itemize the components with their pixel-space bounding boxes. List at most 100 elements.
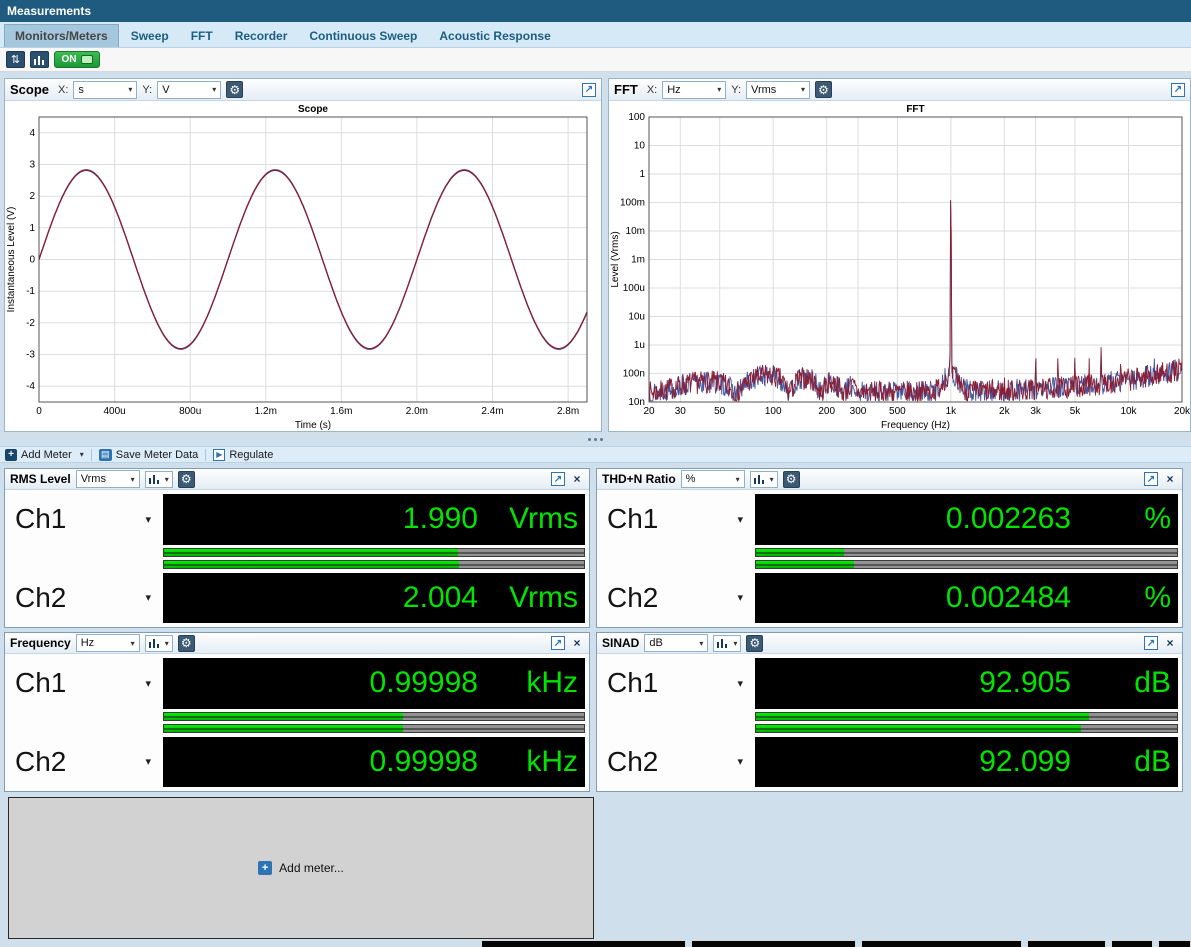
chevron-down-icon: ▾ — [145, 513, 151, 526]
meter-view-options-button[interactable]: ▾ — [750, 471, 778, 488]
meter-settings-gear-icon[interactable]: ⚙ — [783, 471, 800, 488]
meter-unit-select[interactable]: Vrms▾ — [76, 470, 140, 488]
meter-close-icon[interactable]: × — [570, 472, 584, 486]
svg-text:1u: 1u — [634, 340, 645, 351]
monitors-panel-icon[interactable]: ⇅ — [6, 51, 25, 68]
add-meter-button[interactable]: + Add Meter ▾ — [5, 449, 84, 461]
y-axis-label: Y: — [142, 84, 152, 96]
meter-close-icon[interactable]: × — [1163, 472, 1177, 486]
meter-header: RMS Level Vrms▾ ▾ ⚙ ↗ × — [5, 469, 589, 490]
meter-view-options-button[interactable]: ▾ — [145, 635, 173, 652]
channel-selector-ch1[interactable]: Ch1▾ — [601, 494, 751, 545]
meter-settings-gear-icon[interactable]: ⚙ — [178, 635, 195, 652]
fft-panel-title: FFT — [614, 82, 638, 97]
tab-monitors-meters[interactable]: Monitors/Meters — [4, 24, 119, 47]
fft-chart-area: 2030501002003005001k2k3k5k10k20k10010110… — [609, 101, 1190, 431]
scope-settings-gear-icon[interactable]: ⚙ — [226, 81, 243, 98]
level-bar-ch1 — [163, 548, 585, 557]
fft-popout-icon[interactable]: ↗ — [1171, 83, 1185, 97]
meter-display-ch2: 0.002484% — [755, 573, 1178, 624]
channel-selector-ch1[interactable]: Ch1▾ — [601, 658, 751, 709]
meter-popout-icon[interactable]: ↗ — [551, 636, 565, 650]
svg-text:0: 0 — [29, 255, 35, 266]
background-window-fragment[interactable] — [1158, 940, 1191, 947]
tab-recorder[interactable]: Recorder — [225, 24, 298, 47]
bars-icon — [717, 638, 727, 648]
svg-text:FFT: FFT — [906, 104, 924, 115]
add-meter-dropzone[interactable]: + Add meter... — [8, 797, 594, 939]
channel-selector-ch2[interactable]: Ch2▾ — [9, 737, 159, 788]
meter-popout-icon[interactable]: ↗ — [1144, 472, 1158, 486]
svg-text:10u: 10u — [628, 312, 645, 323]
monitors-on-toggle[interactable]: ON — [54, 51, 100, 68]
meter-title: THD+N Ratio — [602, 472, 676, 486]
meter-close-icon[interactable]: × — [1163, 636, 1177, 650]
chevron-down-icon: ▾ — [131, 639, 135, 648]
channel-selector-ch2[interactable]: Ch2▾ — [9, 573, 159, 624]
chevron-down-icon: ▾ — [145, 677, 151, 690]
toolbar-separator — [205, 449, 206, 461]
svg-text:100m: 100m — [620, 198, 645, 209]
regulate-button[interactable]: ▶ Regulate — [213, 449, 273, 461]
background-window-fragment[interactable] — [1027, 940, 1106, 947]
meter-panel-rms-level: RMS Level Vrms▾ ▾ ⚙ ↗ × Ch1▾ 1.990Vrms C… — [4, 468, 590, 628]
meter-unit: kHz — [478, 666, 578, 700]
plus-icon: + — [5, 449, 17, 461]
monitors-toolbar: ⇅ ON — [0, 48, 1191, 72]
meter-view-options-button[interactable]: ▾ — [713, 635, 741, 652]
level-bar-ch1 — [163, 712, 585, 721]
meter-unit-select[interactable]: Hz▾ — [76, 634, 140, 652]
chevron-down-icon: ▾ — [128, 85, 132, 94]
svg-text:200: 200 — [818, 406, 835, 417]
meter-settings-gear-icon[interactable]: ⚙ — [746, 635, 763, 652]
background-window-fragment[interactable] — [481, 940, 686, 947]
channel-selector-ch2[interactable]: Ch2▾ — [601, 737, 751, 788]
chevron-down-icon: ▾ — [131, 475, 135, 484]
meter-close-icon[interactable]: × — [570, 636, 584, 650]
meters-view-icon[interactable] — [30, 51, 49, 68]
meter-unit: dB — [1071, 666, 1171, 700]
save-icon: ▤ — [99, 449, 112, 461]
background-window-fragment[interactable] — [861, 940, 1022, 947]
meter-settings-gear-icon[interactable]: ⚙ — [178, 471, 195, 488]
meter-panel-sinad: SINAD dB▾ ▾ ⚙ ↗ × Ch1▾ 92.905dB Ch2▾ 92.… — [596, 632, 1183, 792]
svg-text:Frequency (Hz): Frequency (Hz) — [881, 420, 950, 431]
meter-view-options-button[interactable]: ▾ — [145, 471, 173, 488]
svg-text:2.4m: 2.4m — [481, 406, 503, 417]
meter-unit: % — [1071, 502, 1171, 536]
tab-continuous-sweep[interactable]: Continuous Sweep — [299, 24, 427, 47]
scope-y-axis-select[interactable]: V▾ — [157, 81, 221, 99]
meter-unit-select[interactable]: %▾ — [681, 470, 745, 488]
meter-popout-icon[interactable]: ↗ — [551, 472, 565, 486]
fft-x-axis-select[interactable]: Hz▾ — [662, 81, 726, 99]
channel-selector-ch1[interactable]: Ch1▾ — [9, 494, 159, 545]
tab-acoustic-response[interactable]: Acoustic Response — [429, 24, 560, 47]
meter-unit: Vrms — [478, 502, 578, 536]
meter-header: Frequency Hz▾ ▾ ⚙ ↗ × — [5, 633, 589, 654]
scope-x-axis-select[interactable]: s▾ — [73, 81, 137, 99]
scope-panel-header: Scope X: s▾ Y: V▾ ⚙ ↗ — [5, 79, 601, 101]
svg-text:100u: 100u — [623, 283, 645, 294]
chevron-down-icon: ▾ — [145, 591, 151, 604]
tab-bar: Monitors/Meters Sweep FFT Recorder Conti… — [0, 22, 1191, 48]
meter-title: RMS Level — [10, 472, 71, 486]
save-meter-data-button[interactable]: ▤ Save Meter Data — [99, 449, 199, 461]
window-title: Measurements — [0, 0, 1191, 22]
scope-popout-icon[interactable]: ↗ — [582, 83, 596, 97]
tab-fft[interactable]: FFT — [181, 24, 223, 47]
meter-popout-icon[interactable]: ↗ — [1144, 636, 1158, 650]
meter-unit-select[interactable]: dB▾ — [644, 634, 708, 652]
background-window-fragment[interactable] — [691, 940, 856, 947]
channel-selector-ch1[interactable]: Ch1▾ — [9, 658, 159, 709]
fft-y-axis-select[interactable]: Vrms▾ — [746, 81, 810, 99]
horizontal-splitter-handle[interactable] — [0, 432, 1191, 446]
fft-panel-header: FFT X: Hz▾ Y: Vrms▾ ⚙ ↗ — [609, 79, 1190, 101]
meter-panel-thdn-ratio: THD+N Ratio %▾ ▾ ⚙ ↗ × Ch1▾ 0.002263% Ch… — [596, 468, 1183, 628]
fft-settings-gear-icon[interactable]: ⚙ — [815, 81, 832, 98]
channel-selector-ch2[interactable]: Ch2▾ — [601, 573, 751, 624]
level-bar-ch2 — [755, 724, 1178, 733]
chevron-down-icon: ▾ — [165, 475, 169, 484]
background-window-fragment[interactable] — [1111, 940, 1153, 947]
scope-chart-area: 0400u800u1.2m1.6m2.0m2.4m2.8m43210-1-2-3… — [5, 101, 601, 431]
tab-sweep[interactable]: Sweep — [121, 24, 179, 47]
